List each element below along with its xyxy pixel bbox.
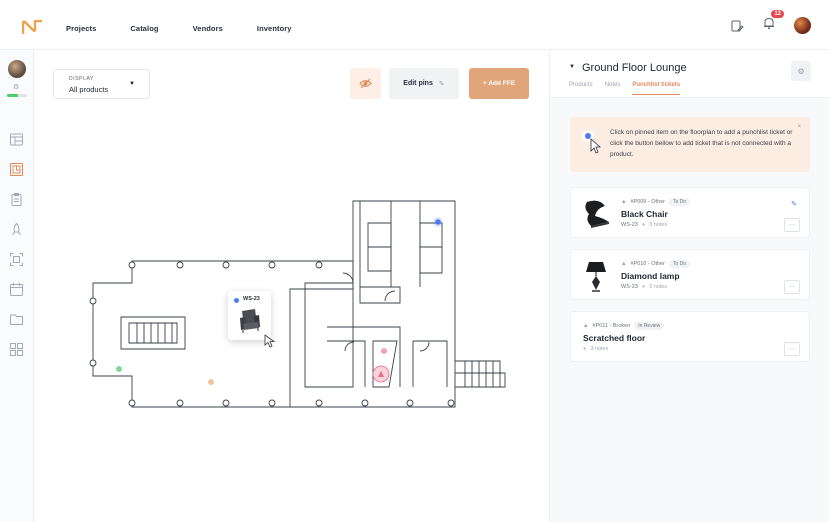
edit-document-icon[interactable] [730, 19, 744, 33]
edit-pins-label: Edit pins [403, 80, 433, 87]
notification-badge: 12 [771, 10, 784, 18]
rocket-icon[interactable] [9, 222, 24, 237]
project-avatar[interactable] [8, 60, 26, 78]
ticket-notes: 3 notes [590, 346, 609, 352]
notifications[interactable]: 12 [762, 10, 784, 35]
status-badge: To Do [669, 198, 691, 206]
ticket-code: WS-23 [621, 222, 638, 228]
caret-down-icon: ▼ [129, 81, 135, 87]
ticket-sub: ● 3 notes [583, 346, 608, 352]
ticket-card[interactable]: ▲ #P009 - Other To Do Black Chair WS-23 … [570, 187, 810, 238]
tab-products[interactable]: Products [569, 82, 593, 95]
bell-icon[interactable] [762, 16, 776, 30]
more-options-button[interactable]: ··· [784, 218, 800, 232]
ticket-sub: WS-23 ● 3 notes [621, 222, 667, 228]
ticket-card[interactable]: ▲ #P011 - Broken In Review Scratched flo… [570, 311, 810, 362]
user-avatar[interactable] [794, 17, 811, 34]
display-filter-value: All products [69, 85, 109, 94]
floorplan-icon[interactable] [9, 162, 24, 177]
eye-off-icon [359, 78, 372, 89]
layout-icon[interactable] [9, 132, 24, 147]
sidebar: ⚙ [0, 50, 34, 522]
nav-vendors[interactable]: Vendors [193, 24, 223, 33]
top-bar: Projects Catalog Vendors Inventory 12 [0, 0, 829, 50]
floorplan-drawing[interactable] [35, 51, 549, 522]
calendar-icon[interactable] [9, 282, 24, 297]
add-ffe-button[interactable]: + Add FFE [469, 68, 529, 99]
folder-icon[interactable] [9, 312, 24, 327]
gear-icon: ⚙ [797, 66, 805, 76]
project-progress-fill [7, 94, 18, 97]
punchlist-tip-banner: Click on pinned item on the floorplan to… [570, 117, 810, 172]
app-logo-icon[interactable] [22, 20, 42, 34]
ticket-notes: 3 notes [649, 222, 668, 228]
ticket-meta: ▲ #P009 - Other To Do [621, 198, 691, 206]
panel-header: ▼ Ground Floor Lounge ⚙ Products Notes P… [550, 51, 829, 98]
pin-popup-card[interactable]: WS-23 [228, 291, 276, 348]
display-filter-label: DISPLAY [69, 76, 94, 82]
ticket-id: #P011 - Broken [592, 323, 631, 329]
gear-icon[interactable]: ⚙ [13, 83, 19, 91]
nav-catalog[interactable]: Catalog [130, 24, 158, 33]
ticket-meta: ▲ #P010 - Other To Do [621, 260, 691, 268]
nav-projects[interactable]: Projects [66, 24, 96, 33]
pin-icon[interactable]: ✎ [791, 200, 797, 208]
cursor-arrow-icon [264, 334, 276, 348]
ticket-code: WS-23 [621, 284, 638, 290]
sidebar-items [9, 132, 24, 357]
armchair-thumbnail [240, 309, 260, 333]
warning-icon: ▲ [583, 323, 589, 329]
comment-icon: ● [641, 284, 646, 290]
edit-pins-button[interactable]: Edit pins ✎ [389, 68, 459, 99]
comment-icon: ● [641, 222, 646, 228]
room-settings-button[interactable]: ⚙ [791, 61, 811, 81]
panel-tabs: Products Notes Punchlist tickets [569, 82, 681, 95]
ticket-card[interactable]: ▲ #P010 - Other To Do Diamond lamp WS-23… [570, 249, 810, 300]
warning-icon: ▲ [621, 199, 627, 205]
tab-notes[interactable]: Notes [605, 82, 621, 95]
clipboard-icon[interactable] [9, 192, 24, 207]
comment-icon: ● [583, 346, 587, 352]
project-progress-bar [7, 94, 27, 97]
nav-inventory[interactable]: Inventory [257, 24, 292, 33]
more-options-button[interactable]: ··· [784, 342, 800, 356]
ticket-id: #P009 - Other [630, 199, 665, 205]
ticket-name: Diamond lamp [621, 271, 680, 281]
ticket-name: Scratched floor [583, 333, 646, 343]
ticket-notes: 3 notes [649, 284, 668, 290]
status-badge: In Review [634, 322, 665, 330]
ticket-sub: WS-23 ● 3 notes [621, 284, 667, 290]
scan-icon[interactable] [9, 252, 24, 267]
tip-text: Click on pinned item on the floorplan to… [610, 129, 793, 158]
ticket-meta: ▲ #P011 - Broken In Review [583, 322, 665, 330]
tab-punchlist-tickets[interactable]: Punchlist tickets [632, 82, 681, 95]
top-actions: 12 [730, 10, 811, 35]
more-options-button[interactable]: ··· [784, 280, 800, 294]
room-title: Ground Floor Lounge [582, 62, 687, 74]
warning-icon: ▲ [621, 261, 627, 267]
caret-down-icon[interactable]: ▼ [569, 64, 575, 70]
ticket-id: #P010 - Other [630, 261, 665, 267]
floorplan-canvas[interactable]: DISPLAY All products ▼ Edit pins ✎ + Add… [35, 51, 549, 522]
main-nav: Projects Catalog Vendors Inventory [66, 24, 326, 33]
ticket-name: Black Chair [621, 209, 668, 219]
display-filter-select[interactable]: DISPLAY All products ▼ [53, 69, 150, 99]
toggle-visibility-button[interactable] [350, 68, 381, 99]
black-chair-thumbnail [585, 200, 609, 228]
details-panel: ▼ Ground Floor Lounge ⚙ Products Notes P… [549, 51, 829, 522]
status-badge: To Do [669, 260, 691, 268]
diamond-lamp-thumbnail [586, 262, 606, 292]
grid-icon[interactable] [9, 342, 24, 357]
pin-icon: ✎ [438, 80, 445, 88]
close-icon[interactable]: × [797, 124, 801, 130]
click-pin-icon [582, 130, 602, 154]
